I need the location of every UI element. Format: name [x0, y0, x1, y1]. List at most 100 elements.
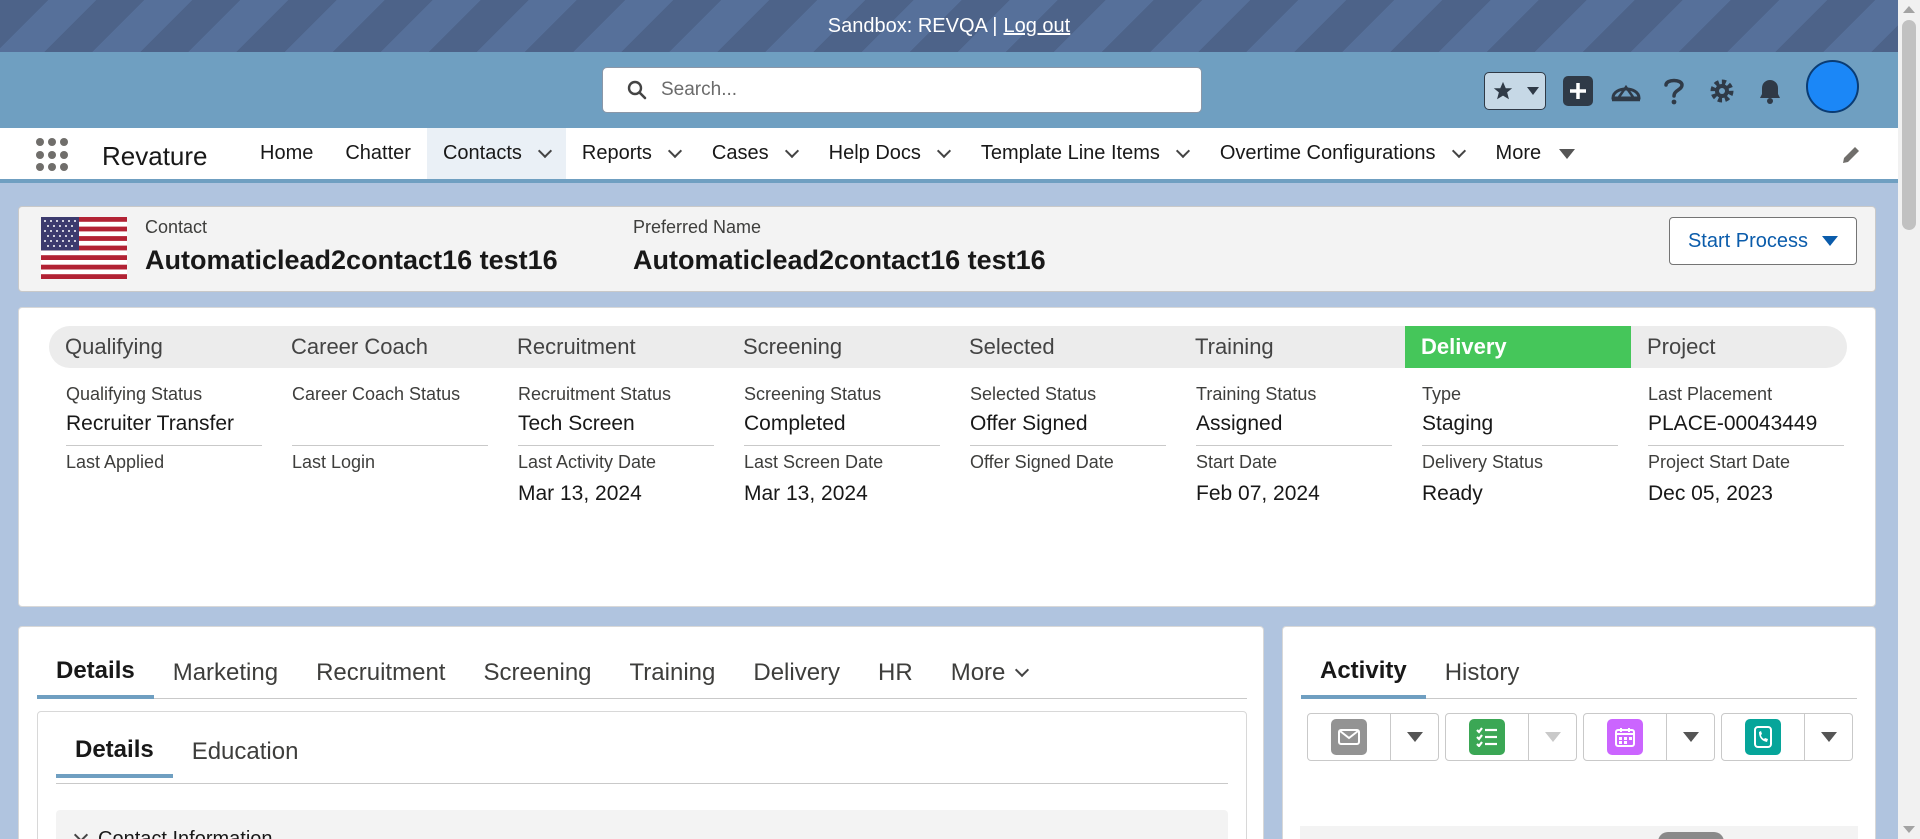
event-action-button[interactable]	[1583, 713, 1667, 761]
tab-screening[interactable]: Screening	[464, 647, 610, 699]
field-value: Recruiter Transfer	[66, 408, 262, 446]
field-label: Offer Signed Date	[970, 452, 1114, 472]
nav-item-label: Cases	[711, 142, 769, 164]
stage-label: Project	[1647, 334, 1716, 359]
path-stage-career-coach[interactable]: Career Coach	[275, 326, 501, 368]
nav-item-label: Reports	[581, 142, 652, 164]
activity-filter-bar	[1300, 826, 1858, 839]
tab-activity[interactable]: Activity	[1301, 647, 1426, 699]
subtab-details[interactable]: Details	[56, 726, 173, 778]
help-button[interactable]	[1656, 73, 1692, 109]
chevron-down-icon	[1015, 662, 1030, 678]
chevron-down-icon[interactable]	[784, 143, 799, 158]
help-icon[interactable]	[1662, 76, 1686, 106]
chevron-down-icon[interactable]	[1451, 143, 1466, 158]
tab-recruitment[interactable]: Recruitment	[297, 647, 464, 699]
app-launcher-icon[interactable]	[36, 138, 70, 172]
nav-item-label: More	[1495, 142, 1542, 164]
event-action-dropdown[interactable]	[1667, 713, 1715, 761]
sales-path-card: Qualifying Career Coach Recruitment Scre…	[18, 307, 1876, 607]
email-action-dropdown[interactable]	[1391, 713, 1439, 761]
notifications-button[interactable]	[1752, 73, 1788, 109]
tab-marketing[interactable]: Marketing	[154, 647, 297, 699]
tab-more[interactable]: More	[932, 647, 1047, 699]
stage-label: Screening	[743, 334, 843, 359]
field-label: Qualifying Status	[66, 384, 203, 404]
setup-button[interactable]	[1704, 73, 1740, 109]
log-call-action-button[interactable]	[1721, 713, 1805, 761]
activity-toggle-switch[interactable]	[1658, 832, 1724, 839]
field-label: Last Activity Date	[518, 452, 657, 472]
nav-item-template-line-items[interactable]: Template Line Items	[965, 128, 1204, 179]
tab-details[interactable]: Details	[37, 647, 154, 699]
log-call-action-dropdown[interactable]	[1805, 713, 1853, 761]
search-placeholder: Search...	[661, 79, 738, 100]
edit-nav-pencil-icon[interactable]	[1840, 144, 1862, 166]
favorites-button[interactable]	[1484, 71, 1546, 110]
chevron-down-icon[interactable]	[1526, 86, 1539, 95]
plus-icon[interactable]	[1562, 75, 1594, 107]
chevron-down-icon	[73, 827, 89, 839]
field-value: Feb 07, 2024	[1196, 482, 1320, 505]
field-label: Selected Status	[970, 384, 1097, 404]
caret-down-icon	[1820, 732, 1837, 742]
bell-icon[interactable]	[1756, 76, 1784, 106]
global-search-box[interactable]: Search...	[602, 67, 1202, 113]
path-stage-qualifying[interactable]: Qualifying	[49, 326, 275, 368]
tab-delivery[interactable]: Delivery	[734, 647, 859, 699]
chevron-down-icon[interactable]	[667, 143, 682, 158]
tab-label: Education	[191, 738, 299, 765]
path-stage-recruitment[interactable]: Recruitment	[501, 326, 727, 368]
nav-item-chatter[interactable]: Chatter	[329, 128, 427, 179]
task-list-icon	[1469, 719, 1505, 755]
path-stage-training[interactable]: Training	[1179, 326, 1405, 368]
contact-information-section-header[interactable]: Contact Information	[56, 810, 1228, 839]
tab-training[interactable]: Training	[611, 647, 735, 699]
chevron-down-icon[interactable]	[1175, 143, 1190, 158]
tab-hr[interactable]: HR	[859, 647, 932, 699]
nav-item-home[interactable]: Home	[244, 128, 329, 179]
tab-label: Activity	[1320, 657, 1407, 684]
field-label: Last Screen Date	[744, 452, 884, 472]
search-icon	[627, 80, 647, 100]
chevron-down-icon[interactable]	[537, 143, 552, 158]
global-actions-button[interactable]	[1560, 73, 1596, 109]
tab-label: Delivery	[753, 659, 841, 686]
us-flag-icon	[41, 217, 127, 279]
path-stage-screening[interactable]: Screening	[727, 326, 953, 368]
email-action-group	[1307, 713, 1439, 761]
logout-link[interactable]: Log out	[1004, 15, 1071, 38]
task-action-button[interactable]	[1445, 713, 1529, 761]
scrollbar-thumb[interactable]	[1902, 20, 1916, 230]
path-stage-selected[interactable]: Selected	[953, 326, 1179, 368]
field-value	[66, 476, 262, 508]
tab-history[interactable]: History	[1426, 647, 1539, 699]
nav-item-contacts[interactable]: Contacts	[426, 128, 566, 179]
star-icon[interactable]	[1492, 80, 1514, 102]
call-action-group	[1721, 713, 1853, 761]
trailhead-icon[interactable]	[1610, 76, 1642, 106]
tab-label: Recruitment	[316, 659, 446, 686]
gear-icon[interactable]	[1707, 76, 1737, 106]
page-scrollbar[interactable]	[1898, 0, 1920, 839]
path-stage-project[interactable]: Project	[1631, 326, 1847, 368]
nav-item-help-docs[interactable]: Help Docs	[813, 128, 965, 179]
email-action-button[interactable]	[1307, 713, 1391, 761]
start-process-label: Start Process	[1687, 229, 1809, 252]
caret-down-icon[interactable]	[1559, 148, 1576, 159]
path-stage-delivery[interactable]: Delivery	[1405, 326, 1631, 368]
nav-item-overtime-configurations[interactable]: Overtime Configurations	[1204, 128, 1480, 179]
scroll-down-arrow-icon[interactable]	[1903, 826, 1915, 833]
subtab-education[interactable]: Education	[173, 726, 318, 778]
nav-item-cases[interactable]: Cases	[696, 128, 813, 179]
nav-item-more[interactable]: More	[1480, 128, 1592, 179]
activity-tabs: Activity History	[1301, 647, 1857, 699]
stage-fields-career-coach: Career Coach Status Last Login	[292, 384, 488, 508]
stage-fields-project: Last Placement PLACE-00043449 Project St…	[1648, 384, 1844, 508]
nav-item-reports[interactable]: Reports	[566, 128, 696, 179]
trailhead-button[interactable]	[1608, 73, 1644, 109]
start-process-button[interactable]: Start Process	[1669, 217, 1857, 265]
avatar[interactable]	[1806, 60, 1859, 113]
scroll-up-arrow-icon[interactable]	[1903, 6, 1915, 13]
chevron-down-icon[interactable]	[936, 143, 951, 158]
